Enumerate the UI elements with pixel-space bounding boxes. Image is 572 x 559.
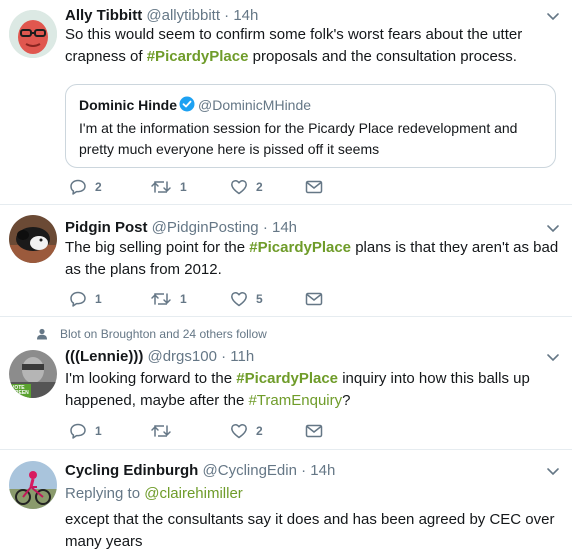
avatar[interactable] bbox=[9, 215, 57, 263]
user-handle[interactable]: @CyclingEdin bbox=[203, 462, 297, 479]
timestamp[interactable]: 11h bbox=[230, 348, 254, 365]
tweet-header: Pidgin Post @PidginPosting · 14h bbox=[65, 218, 297, 238]
avatar[interactable]: VOTE GREEN bbox=[9, 350, 57, 398]
person-icon bbox=[37, 328, 47, 340]
tweet-header: Ally Tibbitt @allytibbitt · 14h bbox=[65, 6, 258, 26]
quoted-tweet-header: Dominic Hinde @DominicMHinde bbox=[79, 95, 311, 115]
like-count: 2 bbox=[256, 424, 263, 438]
direct-message-button[interactable] bbox=[305, 421, 323, 441]
hashtag-picardyplace[interactable]: #PicardyPlace bbox=[236, 370, 338, 387]
separator-dot: · bbox=[224, 7, 230, 24]
tweet-lennie[interactable]: Blot on Broughton and 24 others follow V… bbox=[0, 317, 572, 449]
tweet-text: So this would seem to confirm some folk'… bbox=[65, 24, 560, 68]
retweet-button[interactable] bbox=[150, 421, 180, 441]
chevron-down-icon[interactable] bbox=[546, 465, 560, 479]
tweet-cycling-edinburgh[interactable]: Cycling Edinburgh @CyclingEdin · 14h Rep… bbox=[0, 450, 572, 559]
tweet-actions: 1 2 bbox=[65, 421, 365, 441]
envelope-icon bbox=[305, 180, 323, 194]
retweet-count: 1 bbox=[180, 292, 187, 306]
verified-badge-icon bbox=[179, 96, 195, 112]
heart-icon bbox=[231, 179, 247, 195]
replying-to-handle[interactable]: @clairehimiller bbox=[144, 485, 243, 502]
hashtag-picardyplace[interactable]: #PicardyPlace bbox=[249, 239, 351, 256]
display-name[interactable]: Cycling Edinburgh bbox=[65, 462, 198, 479]
tweet-header: Cycling Edinburgh @CyclingEdin · 14h bbox=[65, 461, 335, 481]
like-count: 5 bbox=[256, 292, 263, 306]
tweet-text-part: The big selling point for the bbox=[65, 239, 250, 256]
tweet-actions: 2 1 2 bbox=[65, 177, 365, 197]
heart-icon bbox=[231, 423, 247, 439]
user-handle[interactable]: @drgs100 bbox=[147, 348, 216, 365]
reply-count: 1 bbox=[95, 424, 102, 438]
tweet-text-part: ? bbox=[342, 392, 351, 409]
tweet-pidgin-post[interactable]: Pidgin Post @PidginPosting · 14h The big… bbox=[0, 205, 572, 316]
tweet-header: (((Lennie))) @drgs100 · 11h bbox=[65, 347, 254, 367]
tweet-text: I'm looking forward to the #PicardyPlace… bbox=[65, 368, 560, 412]
reply-icon bbox=[70, 179, 86, 195]
tweet-text-part: proposals and the consultation process. bbox=[248, 48, 517, 65]
display-name[interactable]: Pidgin Post bbox=[65, 219, 148, 236]
timestamp[interactable]: 14h bbox=[310, 462, 335, 479]
tweet-text: The big selling point for the #PicardyPl… bbox=[65, 237, 560, 281]
quoted-display-name: Dominic Hinde bbox=[79, 97, 178, 113]
reply-button[interactable]: 1 bbox=[69, 289, 102, 309]
separator-dot: · bbox=[262, 219, 268, 236]
avatar[interactable] bbox=[9, 10, 57, 58]
direct-message-button[interactable] bbox=[305, 289, 323, 309]
replying-to: Replying to @clairehimiller bbox=[65, 484, 243, 504]
follow-note: Blot on Broughton and 24 others follow bbox=[60, 327, 267, 341]
quoted-tweet-text: I'm at the information session for the P… bbox=[79, 120, 518, 157]
reply-count: 2 bbox=[95, 180, 102, 194]
chevron-down-icon[interactable] bbox=[546, 222, 560, 236]
chevron-down-icon[interactable] bbox=[546, 351, 560, 365]
avatar-image bbox=[9, 461, 57, 509]
hashtag-tramenquiry[interactable]: #TramEnquiry bbox=[248, 392, 342, 409]
like-button[interactable]: 2 bbox=[230, 421, 263, 441]
envelope-icon bbox=[305, 292, 323, 306]
reply-button[interactable]: 1 bbox=[69, 421, 102, 441]
separator-dot: · bbox=[221, 348, 227, 365]
like-button[interactable]: 5 bbox=[230, 289, 263, 309]
tweet-actions: 1 1 5 bbox=[65, 289, 365, 309]
timestamp[interactable]: 14h bbox=[272, 219, 297, 236]
retweet-button[interactable]: 1 bbox=[150, 289, 187, 309]
user-handle[interactable]: @allytibbitt bbox=[146, 7, 220, 24]
heart-icon bbox=[231, 291, 247, 307]
quoted-tweet[interactable]: Dominic Hinde @DominicMHinde I'm at the i… bbox=[65, 84, 556, 168]
tweet-text-part: I'm looking forward to the bbox=[65, 370, 237, 387]
reply-button[interactable]: 2 bbox=[69, 177, 102, 197]
reply-icon bbox=[70, 291, 86, 307]
separator-dot: · bbox=[301, 462, 307, 479]
tweet-ally-tibbitt[interactable]: Ally Tibbitt @allytibbitt · 14h So this … bbox=[0, 0, 572, 204]
user-handle[interactable]: @PidginPosting bbox=[152, 219, 259, 236]
envelope-icon bbox=[305, 424, 323, 438]
chevron-down-icon[interactable] bbox=[546, 10, 560, 24]
tweet-text: except that the consultants say it does … bbox=[65, 511, 555, 550]
social-context[interactable]: Blot on Broughton and 24 others follow bbox=[36, 326, 267, 342]
avatar[interactable] bbox=[9, 461, 57, 509]
retweet-icon bbox=[151, 425, 171, 437]
like-count: 2 bbox=[256, 180, 263, 194]
direct-message-button[interactable] bbox=[305, 177, 323, 197]
avatar-image bbox=[9, 215, 57, 263]
retweet-icon bbox=[151, 181, 171, 193]
display-name[interactable]: Ally Tibbitt bbox=[65, 7, 142, 24]
avatar-badge: VOTE GREEN bbox=[11, 385, 29, 396]
timestamp[interactable]: 14h bbox=[233, 7, 258, 24]
quoted-user-handle: @DominicMHinde bbox=[198, 97, 312, 113]
reply-count: 1 bbox=[95, 292, 102, 306]
retweet-button[interactable]: 1 bbox=[150, 177, 187, 197]
retweet-count: 1 bbox=[180, 180, 187, 194]
replying-to-label: Replying to bbox=[65, 485, 145, 502]
avatar-image bbox=[9, 10, 57, 58]
hashtag-picardyplace[interactable]: #PicardyPlace bbox=[147, 48, 249, 65]
retweet-icon bbox=[151, 293, 171, 305]
like-button[interactable]: 2 bbox=[230, 177, 263, 197]
reply-icon bbox=[70, 423, 86, 439]
display-name[interactable]: (((Lennie))) bbox=[65, 348, 143, 365]
